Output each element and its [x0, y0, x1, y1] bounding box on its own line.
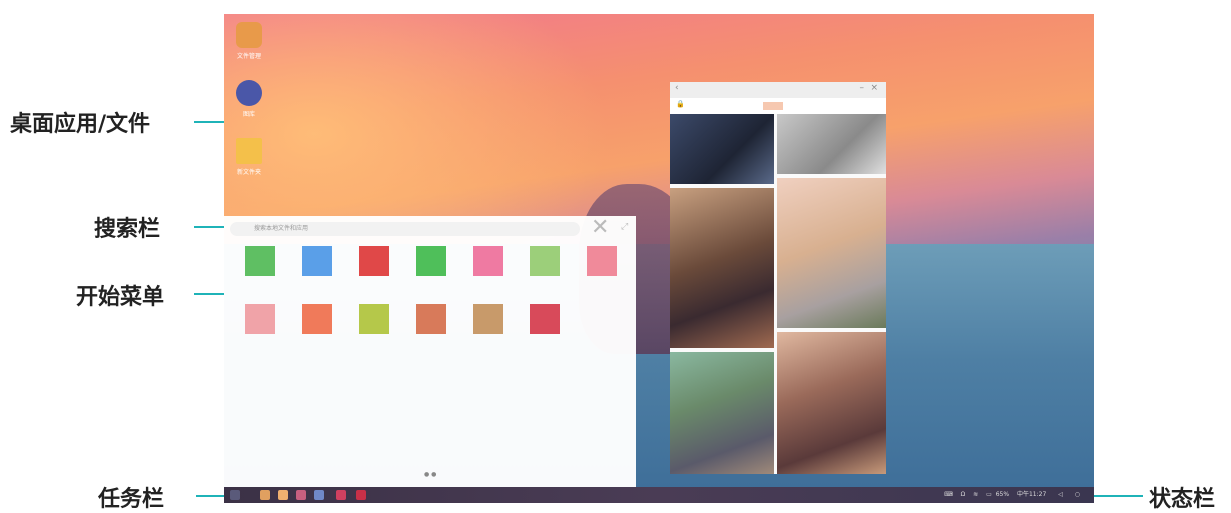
app-tile[interactable]: [473, 246, 503, 284]
video-feed: [670, 114, 886, 474]
expand-icon[interactable]: ⤢: [621, 222, 628, 232]
callout-start-menu: 开始菜单: [76, 285, 165, 310]
app-icon: [530, 304, 560, 334]
back-icon[interactable]: ◁: [1058, 491, 1063, 498]
app-icon: [587, 246, 617, 276]
status-bar: ⌨ Ω ≋ ▭ 65% 中午11:27 ◁ ○: [938, 487, 1080, 503]
app-icon: [473, 304, 503, 334]
app-tile[interactable]: [530, 246, 560, 284]
desktop-icon-file-manager[interactable]: 文件管理: [234, 22, 264, 60]
callout-search-bar: 搜索栏: [94, 217, 161, 242]
minimize-icon[interactable]: –: [860, 83, 865, 93]
folder-icon: [236, 138, 262, 164]
app-icon: [302, 304, 332, 334]
desktop-icon-gallery[interactable]: 图库: [234, 80, 264, 118]
taskbar-app-icon[interactable]: [296, 490, 306, 500]
desktop: 文件管理 图库 新文件夹 搜索本地文件和应用 ✕ ⤢ ● ● ‹ – × 🔒 ⌨…: [224, 14, 1094, 503]
page-indicator[interactable]: ● ●: [424, 471, 436, 478]
close-icon[interactable]: ×: [870, 83, 878, 93]
app-icon: [416, 304, 446, 334]
video-thumbnail[interactable]: [670, 188, 774, 348]
video-thumbnail[interactable]: [670, 114, 774, 184]
app-tile[interactable]: [530, 304, 560, 342]
close-icon[interactable]: ✕: [591, 217, 609, 239]
app-tile[interactable]: [587, 246, 617, 284]
window-title-bar: ‹ – ×: [670, 82, 886, 98]
taskbar-app-icon[interactable]: [260, 490, 270, 500]
back-icon[interactable]: ‹: [675, 83, 679, 93]
callout-status-bar: 状态栏: [1149, 487, 1216, 512]
battery-level: 65%: [995, 491, 1010, 498]
desktop-icon-label: 文件管理: [236, 53, 261, 60]
app-tile[interactable]: [416, 246, 446, 284]
app-tile[interactable]: [359, 246, 389, 284]
callout-desktop-apps: 桌面应用/文件: [10, 112, 151, 137]
taskbar-app-icon[interactable]: [356, 490, 366, 500]
app-icon: [359, 304, 389, 334]
app-icon: [302, 246, 332, 276]
headset-icon: Ω: [960, 491, 966, 498]
app-icon: [245, 304, 275, 334]
phone-window[interactable]: ‹ – × 🔒: [670, 82, 886, 474]
app-icon: [473, 246, 503, 276]
video-thumbnail[interactable]: [670, 352, 774, 474]
app-tile[interactable]: [473, 304, 503, 342]
desktop-icon-label: 图库: [242, 111, 255, 118]
home-icon[interactable]: ○: [1075, 491, 1080, 498]
app-header: 🔒: [670, 98, 886, 114]
desktop-icon-label: 新文件夹: [236, 169, 261, 176]
app-icon: [416, 246, 446, 276]
taskbar-app-icon[interactable]: [314, 490, 324, 500]
wifi-icon[interactable]: ≋: [973, 491, 978, 498]
search-input[interactable]: 搜索本地文件和应用: [230, 222, 580, 236]
app-icon: [359, 246, 389, 276]
taskbar-app-icon[interactable]: [278, 490, 288, 500]
taskbar: ⌨ Ω ≋ ▭ 65% 中午11:27 ◁ ○: [224, 487, 1094, 503]
start-button[interactable]: [230, 490, 240, 500]
app-icon: [530, 246, 560, 276]
file-manager-icon: [236, 22, 262, 48]
video-thumbnail[interactable]: [777, 114, 886, 174]
video-thumbnail[interactable]: [777, 332, 886, 474]
desktop-icon-new-folder[interactable]: 新文件夹: [234, 138, 264, 176]
app-tile[interactable]: [245, 304, 275, 342]
video-thumbnail[interactable]: [777, 178, 886, 328]
app-tile[interactable]: [245, 246, 275, 284]
header-tab[interactable]: [763, 102, 783, 110]
app-tile[interactable]: [302, 246, 332, 284]
lock-icon[interactable]: 🔒: [676, 100, 685, 108]
app-icon: [245, 246, 275, 276]
clock[interactable]: 中午11:27: [1017, 491, 1046, 498]
start-menu: 搜索本地文件和应用 ✕ ⤢ ● ●: [224, 216, 636, 487]
battery-icon: ▭: [986, 491, 992, 498]
app-tile[interactable]: [416, 304, 446, 342]
app-tile[interactable]: [302, 304, 332, 342]
app-tile[interactable]: [359, 304, 389, 342]
taskbar-app-icon[interactable]: [336, 490, 346, 500]
gallery-icon: [236, 80, 262, 106]
keyboard-icon[interactable]: ⌨: [944, 491, 953, 498]
callout-taskbar: 任务栏: [98, 487, 165, 512]
